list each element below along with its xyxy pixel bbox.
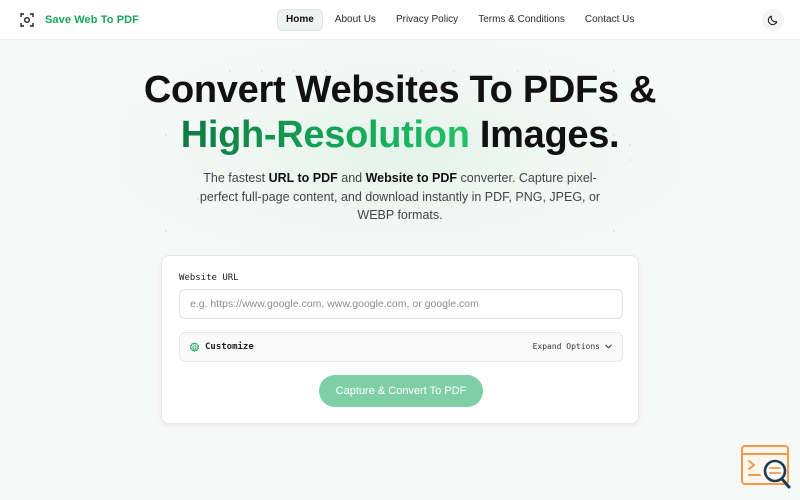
subtitle-text: The fastest — [203, 171, 269, 185]
hero-title-highlight: High-Resolution — [180, 114, 470, 156]
hero-title-line-1: Convert Websites To PDFs & — [143, 69, 657, 111]
nav-contact-us[interactable]: Contact Us — [577, 9, 642, 31]
main-nav: Home About Us Privacy Policy Terms & Con… — [277, 9, 646, 31]
gear-icon — [190, 342, 199, 352]
nav-home[interactable]: Home — [277, 9, 323, 31]
subtitle-bold-website-to-pdf: Website to PDF — [365, 171, 458, 185]
hero-title-line-2: High-Resolution Images. — [0, 113, 800, 158]
chevron-down-icon — [605, 344, 612, 349]
nav-about-us[interactable]: About Us — [327, 9, 384, 31]
url-label: Website URL — [179, 273, 239, 283]
subtitle-bold-url-to-pdf: URL to PDF — [268, 171, 338, 185]
nav-privacy-policy[interactable]: Privacy Policy — [388, 9, 466, 31]
customize-label: Customize — [205, 342, 254, 352]
search-code-widget-icon[interactable] — [740, 444, 792, 490]
hero-title-rest: Images. — [469, 114, 620, 156]
screen-capture-icon — [20, 13, 34, 27]
moon-icon — [767, 15, 778, 26]
site-header: Save Web To PDF Home About Us Privacy Po… — [0, 0, 800, 40]
url-input[interactable] — [179, 289, 623, 319]
subtitle-text: and — [337, 171, 366, 185]
brand-name: Save Web To PDF — [45, 14, 140, 26]
capture-convert-button[interactable]: Capture & Convert To PDF — [319, 375, 483, 407]
convert-form-card: Website URL Customize Expand Options Cap… — [161, 255, 639, 424]
nav-terms-conditions[interactable]: Terms & Conditions — [470, 9, 573, 31]
theme-toggle-button[interactable] — [762, 9, 784, 31]
expand-options-label: Expand Options — [532, 342, 600, 351]
brand-logo-link[interactable]: Save Web To PDF — [20, 0, 139, 40]
customize-toggle[interactable]: Customize Expand Options — [179, 332, 623, 362]
hero-title: Convert Websites To PDFs & High-Resoluti… — [0, 68, 800, 158]
hero-subtitle: The fastest URL to PDF and Website to PD… — [190, 169, 610, 225]
expand-options[interactable]: Expand Options — [533, 342, 613, 351]
